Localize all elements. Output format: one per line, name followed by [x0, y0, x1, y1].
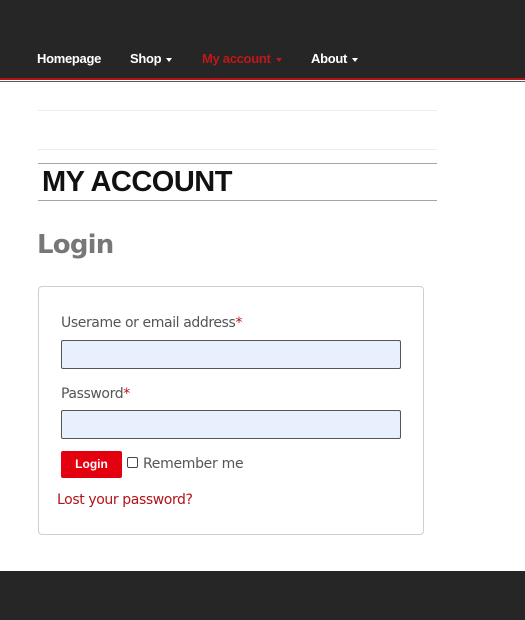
title-rule-top: [38, 163, 437, 164]
nav-item-homepage[interactable]: Homepage: [37, 51, 101, 67]
nav-item-label: My account: [202, 51, 271, 66]
remember-me-checkbox[interactable]: [127, 457, 138, 468]
divider: [38, 149, 437, 150]
divider: [38, 110, 437, 111]
username-label: Userame or email address*: [61, 314, 242, 332]
password-label-text: Password: [61, 386, 124, 402]
login-button[interactable]: Login: [61, 451, 122, 478]
page-footer: [0, 571, 525, 620]
required-marker: *: [123, 386, 130, 402]
required-marker: *: [235, 315, 243, 331]
nav-item-my-account[interactable]: My account: [202, 51, 282, 67]
login-heading: Login: [37, 230, 114, 260]
page-title: MY ACCOUNT: [42, 166, 232, 198]
nav-item-shop[interactable]: Shop: [130, 51, 173, 67]
nav-item-about[interactable]: About: [311, 51, 359, 67]
lost-password-link[interactable]: Lost your password?: [57, 491, 193, 509]
password-label: Password*: [61, 385, 130, 403]
caret-down-icon: [275, 57, 282, 62]
nav-item-label: About: [311, 51, 348, 66]
caret-down-icon: [352, 57, 359, 62]
title-rule-bottom: [38, 200, 437, 201]
header-divider: [0, 81, 525, 82]
nav-item-label: Shop: [130, 51, 162, 66]
password-input[interactable]: [61, 410, 401, 439]
username-label-text: Userame or email address: [61, 315, 236, 331]
top-navbar: Homepage Shop My account About: [0, 0, 525, 78]
remember-me-label[interactable]: Remember me: [143, 455, 244, 473]
username-input[interactable]: [61, 340, 401, 369]
nav-item-label: Homepage: [37, 51, 102, 66]
caret-down-icon: [166, 57, 173, 62]
